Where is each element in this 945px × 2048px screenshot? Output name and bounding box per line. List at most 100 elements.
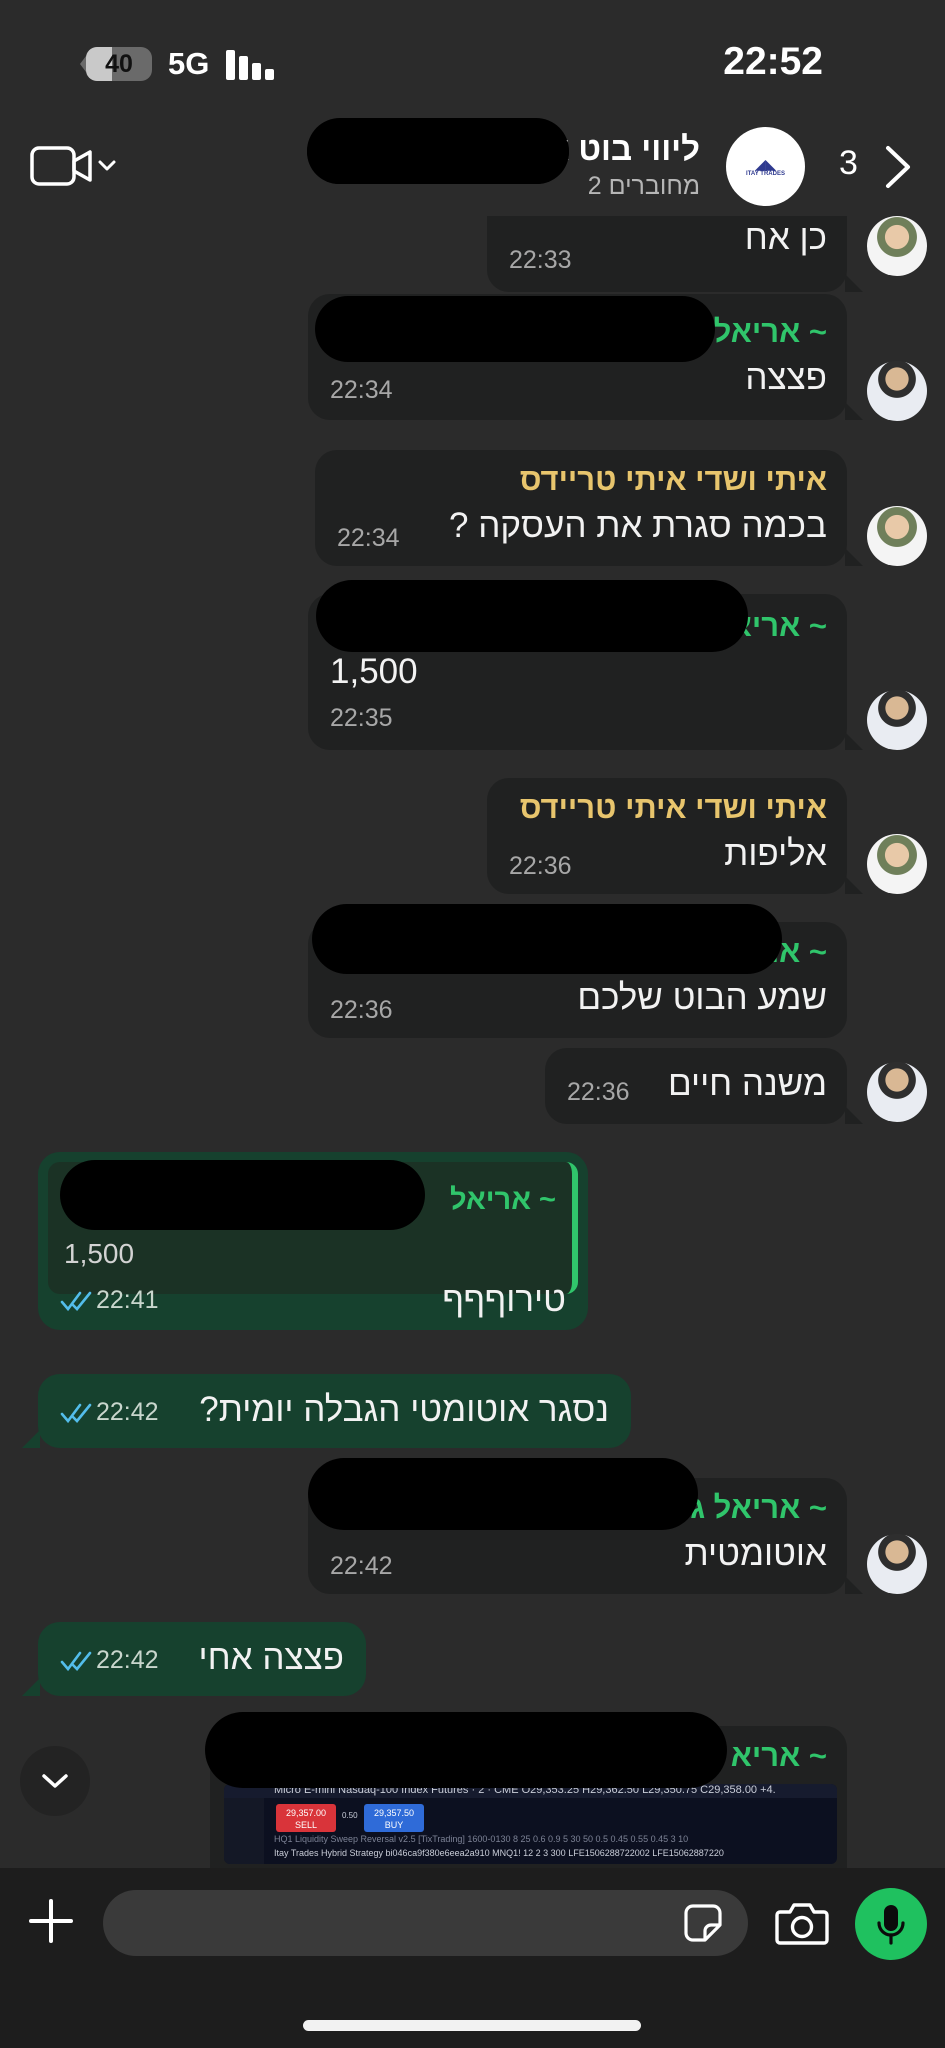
sticker-button[interactable] [683,1903,723,1943]
bubble-tail [22,1678,40,1696]
message-text: נסגר אוטומטי הגבלה יומית? [199,1390,609,1429]
status-bar: 40 5G 22:52 [0,0,945,120]
bubble-tail [845,876,863,894]
message-time: 22:42 [330,1552,393,1580]
redacted-area [312,904,782,974]
bubble-tail [22,1430,40,1448]
camera-button[interactable] [775,1900,829,1946]
quoted-text: 1,500 [64,1238,135,1269]
sender-avatar[interactable] [867,1062,927,1122]
bubble-tail [845,1576,863,1594]
message-text: אליפות [724,834,827,873]
bubble-tail [845,732,863,750]
sender-avatar[interactable] [867,834,927,894]
bubble-tail [845,1106,863,1124]
scroll-to-bottom-button[interactable] [20,1746,90,1816]
message-text: משנה חיים [667,1064,827,1103]
logo-text: ITAY TRADES [746,170,785,177]
bubble-tail [845,274,863,292]
message-text: כן אח [744,218,827,257]
message-time: 22:34 [330,376,393,404]
sender-avatar[interactable] [867,690,927,750]
video-camera-icon [30,146,116,186]
sender-avatar[interactable] [867,361,927,421]
sender-avatar[interactable] [867,216,927,276]
read-receipt-icon [60,1651,92,1672]
chat-header: ליווי בוט א 2 מחוברים ◢◣ ITAY TRADES 3 [0,118,945,216]
message-time: 22:36 [567,1078,630,1106]
sender-name: ~ אריאל [713,314,827,349]
sell-price: 29,357.00 [285,1808,327,1818]
message-text: פצצה אחי [198,1638,344,1677]
message-time: 22:33 [509,246,572,274]
battery-indicator: 40 [86,47,152,81]
message-bubble-outgoing[interactable]: פצצה אחי 22:42 [38,1622,366,1696]
sender-avatar[interactable] [867,506,927,566]
message-time: 22:42 [96,1646,159,1674]
sender-name: ~ אריאל ג [690,1490,827,1525]
message-bubble-incoming[interactable]: איתי ושדי איתי טריידס בכמה סגרת את העסקה… [315,450,847,566]
sender-name: איתי ושדי איתי טריידס [519,790,827,825]
network-type: 5G [168,46,210,81]
group-avatar[interactable]: ◢◣ ITAY TRADES [726,127,805,206]
redacted-area [316,580,748,652]
message-bubble-incoming[interactable]: משנה חיים 22:36 [545,1048,847,1124]
image-toolbar [224,1798,264,1864]
message-bubble-incoming[interactable]: כן אח 22:33 [487,216,847,292]
message-bubble-outgoing[interactable]: נסגר אוטומטי הגבלה יומית? 22:42 [38,1374,631,1448]
read-receipt-icon [60,1403,92,1424]
battery-level: 40 [105,50,133,78]
message-text: טירוףףף [442,1280,566,1319]
redacted-area [60,1160,425,1230]
buy-badge: 29,357.50 BUY [364,1804,424,1832]
chart-screenshot-image[interactable]: Micro E-mini Nasdaq-100 Index Futures · … [224,1784,837,1864]
sender-name: ~ אריא [730,1738,827,1773]
camera-icon [775,1903,829,1945]
sell-badge: 29,357.00 SELL [276,1804,336,1832]
image-text: HQ1 Liquidity Sweep Reversal v2.5 [TixTr… [274,1834,689,1844]
image-text: Itay Trades Hybrid Strategy bi046ca9f380… [274,1848,724,1858]
read-receipt-icon [60,1291,92,1312]
message-input[interactable] [103,1890,748,1956]
microphone-icon [877,1905,905,1945]
home-indicator[interactable] [303,2020,641,2031]
unread-count: 3 [839,144,858,182]
spread-value: 0.50 [342,1811,358,1820]
message-time: 22:36 [509,852,572,880]
message-text: בכמה סגרת את העסקה ? [449,506,827,545]
message-time: 22:36 [330,996,393,1024]
message-text: 1,500 [330,652,418,691]
plus-icon [29,1899,73,1943]
video-call-button[interactable] [30,144,120,190]
chevron-down-icon [42,1774,68,1788]
message-text: אוטומטית [684,1534,827,1573]
message-list[interactable]: כן אח 22:33 ~ אריאל פצצה 22:34 איתי ושדי… [0,216,945,1868]
sender-name: איתי ושדי איתי טריידס [519,462,827,497]
redacted-area [205,1712,727,1788]
redacted-area [307,120,569,184]
composer-bar [0,1868,945,2048]
status-time: 22:52 [723,40,823,83]
sender-avatar[interactable] [867,1534,927,1594]
logo-icon: ◢◣ [754,155,777,172]
redacted-area [315,296,715,362]
voice-record-button[interactable] [855,1888,927,1960]
message-time: 22:35 [330,704,393,732]
attach-button[interactable] [28,1898,74,1944]
sell-label: SELL [294,1820,318,1830]
quoted-sender: ~ אריאל [449,1184,556,1216]
buy-price: 29,357.50 [373,1808,415,1818]
sticker-icon [684,1904,722,1942]
bubble-tail [845,402,863,420]
back-button[interactable] [882,142,914,192]
message-time: 22:41 [96,1286,159,1314]
message-bubble-incoming[interactable]: איתי ושדי איתי טריידס אליפות 22:36 [487,778,847,894]
chevron-right-icon [886,146,910,188]
redacted-area [308,1458,698,1530]
message-time: 22:42 [96,1398,159,1426]
signal-strength-icon [226,50,278,80]
bubble-tail [845,548,863,566]
message-text: פצצה [745,358,827,397]
buy-label: BUY [384,1820,404,1830]
message-time: 22:34 [337,524,400,552]
